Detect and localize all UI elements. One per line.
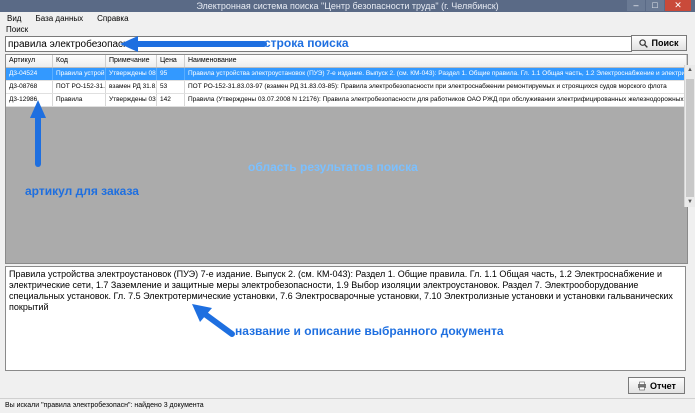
menu-help[interactable]: Справка	[90, 12, 135, 26]
column-price[interactable]: Цена	[157, 55, 185, 67]
menu-database[interactable]: База данных	[28, 12, 90, 26]
cell-note: Утверждены 08...	[106, 68, 157, 80]
window-controls: – □ ✕	[627, 0, 691, 12]
minimize-icon[interactable]: –	[627, 0, 645, 11]
menu-view[interactable]: Вид	[0, 12, 28, 26]
report-button[interactable]: Отчет	[628, 377, 685, 394]
report-button-label: Отчет	[650, 380, 676, 391]
column-name[interactable]: Наименование	[185, 55, 687, 67]
arrow-left-icon	[120, 36, 267, 52]
arrow-up-left-icon	[192, 304, 235, 337]
annotation-results-area: область результатов поиска	[248, 160, 418, 174]
annotation-article: артикул для заказа	[25, 184, 139, 198]
scrollbar-thumb[interactable]	[686, 79, 694, 197]
annotation-document: название и описание выбранного документа	[235, 324, 504, 338]
table-row[interactable]: Д3-04524 Правила устрой... Утверждены 08…	[6, 68, 687, 81]
search-label: Поиск	[6, 25, 29, 34]
cell-price: 95	[157, 68, 185, 80]
grid-header: Артикул Код Примечание Цена Наименование	[6, 55, 687, 68]
window-title: Электронная система поиска "Центр безопа…	[196, 1, 499, 11]
cell-note: Утверждены 03.0...	[106, 94, 157, 106]
scroll-down-icon[interactable]: ▼	[685, 197, 695, 207]
cell-price: 53	[157, 81, 185, 93]
magnifier-icon	[639, 38, 649, 48]
cell-name: ПОТ РО-152-31.83.03-97 (взамен РД 31.83.…	[185, 81, 687, 93]
title-bar: Электронная система поиска "Центр безопа…	[0, 0, 695, 12]
document-description: Правила устройства электроустановок (ПУЭ…	[5, 266, 686, 371]
scroll-up-icon[interactable]: ▲	[685, 65, 695, 75]
maximize-icon[interactable]: □	[646, 0, 664, 11]
table-row[interactable]: Д3-08768 ПОТ РО-152-31... взамен РД 31.8…	[6, 81, 687, 94]
annotation-search-line: строка поиска	[264, 36, 349, 50]
arrow-up-icon	[30, 100, 46, 167]
cell-note: взамен РД 31.8...	[106, 81, 157, 93]
table-row[interactable]: Д3-12986 Правила Утверждены 03.0... 142 …	[6, 94, 687, 107]
close-icon[interactable]: ✕	[665, 0, 691, 11]
cell-code: ПОТ РО-152-31...	[53, 81, 106, 93]
status-bar: Вы искали "правила электробезопасн": най…	[0, 398, 695, 412]
search-button[interactable]: Поиск	[631, 35, 687, 51]
column-code[interactable]: Код	[53, 55, 106, 67]
cell-code: Правила	[53, 94, 106, 106]
cell-code: Правила устрой...	[53, 68, 106, 80]
menu-bar: Вид База данных Справка	[0, 12, 695, 26]
column-note[interactable]: Примечание	[106, 55, 157, 67]
cell-article: Д3-08768	[6, 81, 53, 93]
cell-name: Правила устройства электроустановок (ПУЭ…	[185, 68, 687, 80]
search-button-label: Поиск	[651, 38, 679, 48]
results-grid[interactable]: Артикул Код Примечание Цена Наименование…	[5, 54, 688, 264]
cell-name: Правила (Утверждены 03.07.2008 N 12176):…	[185, 94, 687, 106]
window-scrollbar[interactable]: ▲ ▼	[684, 65, 695, 207]
report-icon	[638, 381, 647, 390]
cell-price: 142	[157, 94, 185, 106]
cell-article: Д3-04524	[6, 68, 53, 80]
column-article[interactable]: Артикул	[6, 55, 53, 67]
